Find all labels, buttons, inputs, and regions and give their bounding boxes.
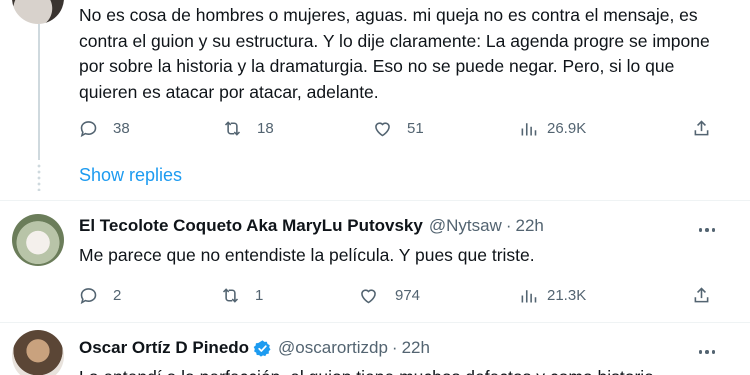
like-icon <box>361 289 376 304</box>
reply-count: 2 <box>113 287 122 304</box>
retweet-count: 1 <box>255 287 264 304</box>
like-icon <box>375 122 390 137</box>
reply-button[interactable]: 38 <box>78 118 130 139</box>
thread-line-top <box>38 24 40 160</box>
separator: · <box>505 216 512 235</box>
avatar[interactable] <box>12 0 64 24</box>
author-handle[interactable]: @oscarortizdp <box>278 338 388 358</box>
views-icon <box>521 290 537 303</box>
views-button[interactable]: 26.9K <box>518 118 586 139</box>
share-button[interactable] <box>691 285 712 306</box>
like-count: 974 <box>395 287 421 304</box>
tweet-actions: 38 18 51 26.9K <box>78 118 718 142</box>
author-handle[interactable]: @Nytsaw <box>429 216 502 236</box>
views-count: 21.3K <box>547 287 587 304</box>
tweet-actions: 2 1 974 21.3K <box>78 285 718 309</box>
share-icon <box>694 120 709 136</box>
divider <box>0 200 750 201</box>
tweet-text: Me parece que no entendiste la película.… <box>79 245 535 265</box>
author-name[interactable]: El Tecolote Coqueto Aka MaryLu Putovsky <box>79 216 423 236</box>
views-icon <box>521 123 537 136</box>
timestamp[interactable]: 22h <box>402 338 430 358</box>
reply-count: 38 <box>113 120 130 137</box>
more-icon[interactable] <box>695 342 719 362</box>
divider <box>0 322 750 323</box>
more-icon[interactable] <box>695 220 719 240</box>
timestamp[interactable]: 22h <box>516 216 544 236</box>
retweet-icon <box>224 121 241 136</box>
share-icon <box>694 287 709 303</box>
show-replies-link[interactable]: Show replies <box>79 165 182 186</box>
avatar[interactable] <box>12 330 64 375</box>
like-button[interactable]: 51 <box>372 118 424 139</box>
avatar[interactable] <box>12 214 64 266</box>
views-button[interactable]: 21.3K <box>518 285 586 306</box>
share-button[interactable] <box>691 118 712 139</box>
like-count: 51 <box>407 120 424 137</box>
author-name[interactable]: Oscar Ortíz D Pinedo <box>79 338 249 358</box>
retweet-count: 18 <box>257 120 274 137</box>
reply-icon <box>80 121 97 138</box>
tweet-text: No es cosa de hombres o mujeres, aguas. … <box>79 5 710 102</box>
verified-icon <box>253 339 271 357</box>
separator: · <box>391 338 398 357</box>
like-button[interactable]: 974 <box>358 285 420 306</box>
tweet-header: Oscar Ortíz D Pinedo @oscarortizdp · 22h <box>79 338 430 358</box>
tweet-text: Lo entendí a la perfección, el guion tie… <box>79 365 719 375</box>
retweet-button[interactable]: 1 <box>220 285 263 306</box>
reply-icon <box>80 288 97 305</box>
retweet-button[interactable]: 18 <box>222 118 274 139</box>
reply-button[interactable]: 2 <box>78 285 121 306</box>
tweet-header: El Tecolote Coqueto Aka MaryLu Putovsky … <box>79 216 544 236</box>
retweet-icon <box>222 288 239 303</box>
views-count: 26.9K <box>547 120 587 137</box>
thread-dots <box>36 163 42 191</box>
